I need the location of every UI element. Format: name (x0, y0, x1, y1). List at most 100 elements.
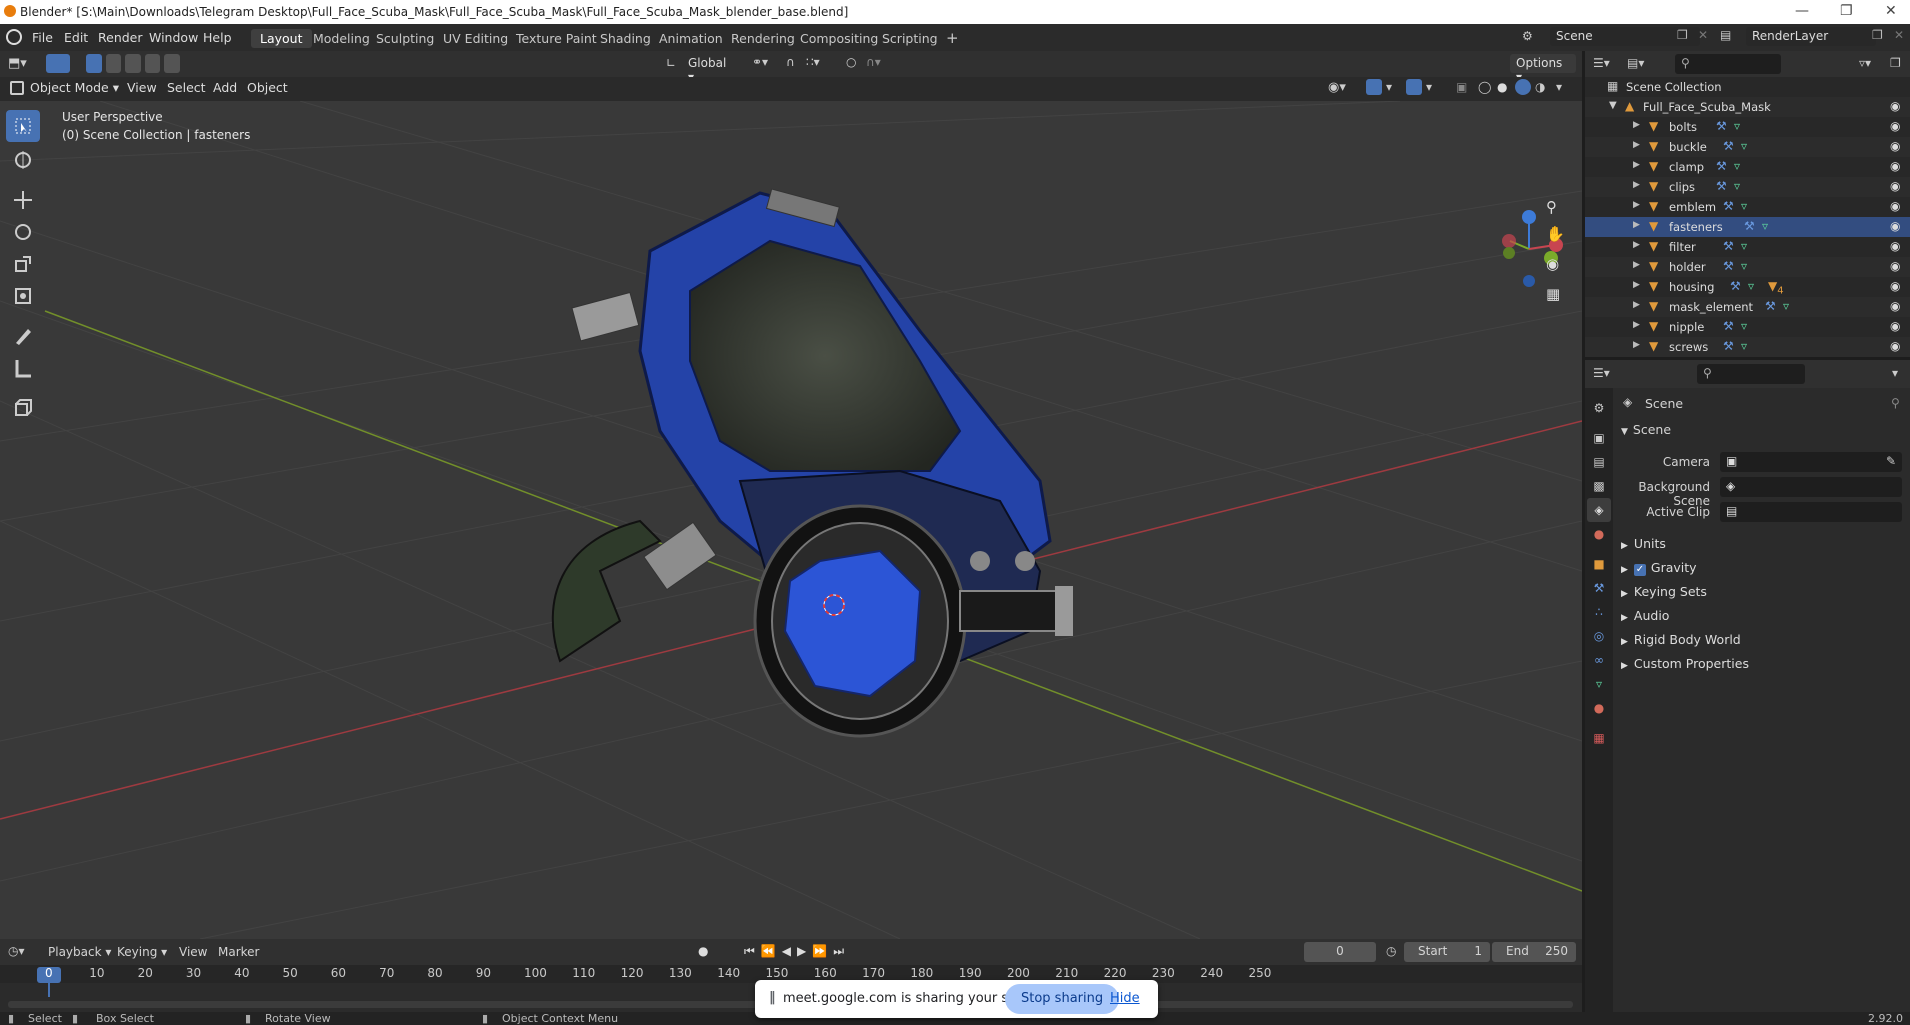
render-layer-selector[interactable]: RenderLayer (1746, 27, 1876, 46)
outliner-row-bolts[interactable]: ▶ ▼ bolts ⚒ ▿ ◉ (1585, 117, 1910, 137)
menu-help[interactable]: Help (203, 30, 232, 45)
outliner-row-screws[interactable]: ▶ ▼ screws ⚒ ▿ ◉ (1585, 337, 1910, 357)
delete-layer-icon[interactable]: ✕ (1894, 28, 1904, 42)
scale-tool-icon[interactable] (6, 248, 40, 280)
expand-chevron-icon[interactable]: ▶ (1633, 140, 1640, 150)
record-icon[interactable]: ● (698, 944, 708, 958)
visibility-eye-icon[interactable]: ◉ (1890, 259, 1900, 273)
zoom-icon[interactable]: ⚲ (1546, 198, 1557, 216)
pivot-point-icon[interactable]: ⚭▾ (752, 55, 768, 69)
preview-range-icon[interactable]: ◷ (1386, 944, 1396, 958)
data-tab-icon[interactable]: ▿ (1587, 672, 1611, 696)
pan-hand-icon[interactable]: ✋ (1546, 225, 1565, 243)
properties-editor-icon[interactable]: ☰▾ (1593, 366, 1610, 380)
jump-end-icon[interactable]: ⏭ (833, 944, 850, 958)
gizmo-toggle-icon[interactable] (1366, 79, 1382, 95)
audio-panel[interactable]: ▶ Audio (1621, 608, 1669, 623)
tool-tab-icon[interactable]: ⚙ (1587, 396, 1611, 420)
menu-select[interactable]: Select (167, 80, 206, 95)
visibility-eye-icon[interactable]: ◉ (1890, 339, 1900, 353)
annotate-tool-icon[interactable] (6, 320, 40, 352)
visibility-eye-icon[interactable]: ◉ (1890, 239, 1900, 253)
properties-search-input[interactable]: ⚲ (1697, 364, 1805, 384)
gravity-panel[interactable]: ▶ ✓ Gravity (1621, 560, 1697, 576)
menu-render[interactable]: Render (98, 30, 143, 45)
visibility-eye-icon[interactable]: ◉ (1890, 319, 1900, 333)
menu-view[interactable]: View (127, 80, 157, 95)
world-tab-icon[interactable]: ● (1587, 522, 1611, 546)
cursor-tool-icon[interactable] (6, 144, 40, 176)
timeline-editor-icon[interactable]: ◷▾ (8, 944, 25, 958)
restore-icon[interactable]: ❐ (1840, 3, 1853, 19)
expand-chevron-icon[interactable]: ▶ (1633, 280, 1640, 290)
active-clip-field[interactable]: ▤ (1720, 502, 1902, 522)
outliner-row-filter[interactable]: ▶ ▼ filter ⚒ ▿ ◉ (1585, 237, 1910, 257)
select-invert-icon[interactable] (144, 54, 161, 73)
gizmo-dropdown-icon[interactable]: ▾ (1386, 80, 1392, 94)
wireframe-shading-icon[interactable]: ◯ (1478, 80, 1491, 94)
visibility-eye-icon[interactable]: ◉ (1890, 219, 1900, 233)
outliner-row-emblem[interactable]: ▶ ▼ emblem ⚒ ▿ ◉ (1585, 197, 1910, 217)
next-keyframe-icon[interactable]: ⏩ (812, 944, 833, 958)
snap-icon[interactable]: ∩ (786, 55, 795, 69)
expand-chevron-icon[interactable]: ▶ (1633, 160, 1640, 170)
falloff-icon[interactable]: ∩▾ (866, 55, 881, 69)
outliner-row-nipple[interactable]: ▶ ▼ nipple ⚒ ▿ ◉ (1585, 317, 1910, 337)
expand-chevron-icon[interactable]: ▶ (1633, 240, 1640, 250)
visibility-eye-icon[interactable]: ◉ (1890, 279, 1900, 293)
end-frame-field[interactable]: End 250 (1492, 942, 1576, 962)
outliner-row-scene-collection[interactable]: ▦ Scene Collection (1585, 77, 1910, 97)
object-tab-icon[interactable]: ■ (1587, 552, 1611, 576)
tab-scripting[interactable]: Scripting (873, 29, 947, 48)
blender-menu-icon[interactable] (6, 29, 22, 45)
select-box-tool-icon[interactable] (6, 110, 40, 142)
visibility-eye-icon[interactable]: ◉ (1890, 299, 1900, 313)
select-tool-icon[interactable] (46, 54, 70, 73)
solid-shading-icon[interactable]: ● (1497, 80, 1507, 94)
options-dropdown[interactable]: Options ▾ (1510, 54, 1576, 84)
expand-chevron-icon[interactable]: ▶ (1633, 260, 1640, 270)
close-icon[interactable]: ✕ (1885, 3, 1897, 19)
outliner-row-holder[interactable]: ▶ ▼ holder ⚒ ▿ ◉ (1585, 257, 1910, 277)
visibility-icon[interactable]: ◉▾ (1328, 80, 1346, 95)
minimize-icon[interactable]: — (1795, 3, 1809, 19)
camera-field[interactable]: ▣ ✎ (1720, 452, 1902, 472)
outliner-row-housing[interactable]: ▶ ▼ housing ⚒ ▿ ▼4 ◉ (1585, 277, 1910, 297)
shading-dropdown-icon[interactable]: ▾ (1556, 80, 1562, 94)
move-tool-icon[interactable] (6, 184, 40, 216)
current-frame-field[interactable]: 0 (1304, 942, 1376, 962)
visibility-eye-icon[interactable]: ◉ (1890, 199, 1900, 213)
visibility-eye-icon[interactable]: ◉ (1890, 159, 1900, 173)
outliner-row-collection[interactable]: ▼ ▲ Full_Face_Scuba_Mask ◉ (1585, 97, 1910, 117)
new-collection-icon[interactable]: ❐ (1890, 56, 1901, 70)
add-workspace-icon[interactable]: + (937, 27, 968, 47)
units-panel[interactable]: ▶ Units (1621, 536, 1666, 551)
keying-menu[interactable]: Keying ▾ (117, 945, 167, 959)
new-layer-icon[interactable]: ❐ (1872, 28, 1883, 42)
material-tab-icon[interactable]: ● (1587, 696, 1611, 720)
expand-chevron-icon[interactable]: ▶ (1633, 180, 1640, 190)
jump-start-icon[interactable]: ⏮ (744, 944, 761, 958)
texture-tab-icon[interactable]: ▦ (1587, 726, 1611, 750)
outliner-row-mask-element[interactable]: ▶ ▼ mask_element ⚒ ▿ ◉ (1585, 297, 1910, 317)
snap-target-icon[interactable]: ∷▾ (806, 55, 820, 69)
menu-add[interactable]: Add (213, 80, 237, 95)
outliner-editor-icon[interactable]: ☰▾ (1593, 56, 1610, 70)
delete-scene-icon[interactable]: ✕ (1698, 28, 1708, 42)
display-mode-icon[interactable]: ▤▾ (1627, 56, 1644, 70)
menu-window[interactable]: Window (149, 30, 198, 45)
rigid-body-world-panel[interactable]: ▶ Rigid Body World (1621, 632, 1741, 647)
expand-chevron-icon[interactable]: ▼ (1609, 100, 1617, 111)
physics-tab-icon[interactable]: ◎ (1587, 624, 1611, 648)
expand-chevron-icon[interactable]: ▶ (1633, 200, 1640, 210)
timeline-view-menu[interactable]: View (179, 945, 207, 959)
scene-panel-header[interactable]: ▼ Scene (1621, 422, 1671, 437)
start-frame-field[interactable]: Start 1 (1404, 942, 1490, 962)
visibility-eye-icon[interactable]: ◉ (1890, 139, 1900, 153)
outliner-search-input[interactable]: ⚲ (1675, 54, 1781, 74)
tab-animation[interactable]: Animation (650, 29, 732, 48)
constraints-tab-icon[interactable]: ∞ (1587, 648, 1611, 672)
expand-chevron-icon[interactable]: ▶ (1633, 340, 1640, 350)
tab-uv-editing[interactable]: UV Editing (434, 29, 517, 48)
navigation-gizmo[interactable] (1502, 210, 1563, 287)
